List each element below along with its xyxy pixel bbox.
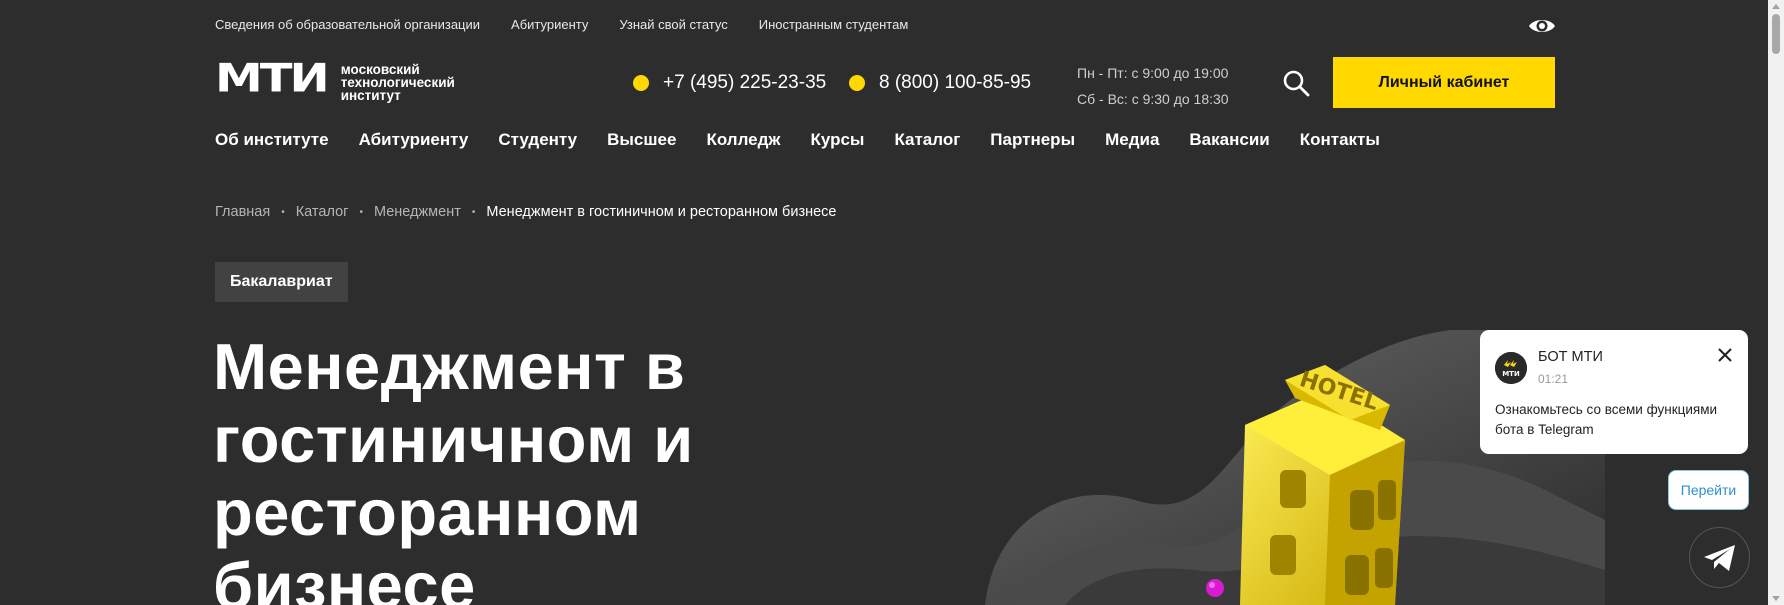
search-icon[interactable] — [1282, 69, 1310, 97]
top-utility-bar: Сведения об образовательной организации … — [215, 17, 908, 32]
phone-free-number: 8 (800) 100-85-95 — [879, 72, 1032, 93]
phone-dot-icon — [849, 75, 865, 91]
breadcrumb-catalog[interactable]: Каталог — [296, 204, 349, 220]
logo-text: московский технологический институт — [340, 61, 455, 103]
working-hours: Пн - Пт: с 9:00 до 19:00 Сб - Вс: с 9:30… — [1077, 60, 1229, 112]
bot-time: 01:21 — [1538, 372, 1569, 386]
breadcrumb-current: Менеджмент в гостиничном и ресторанном б… — [486, 204, 837, 220]
scroll-thumb[interactable] — [1772, 14, 1780, 54]
close-icon[interactable] — [1716, 346, 1734, 364]
phone-moscow-number: +7 (495) 225-23-35 — [663, 72, 827, 93]
nav-item-about[interactable]: Об институте — [215, 130, 329, 150]
nav-item-applicant[interactable]: Абитуриенту — [359, 130, 469, 150]
telegram-icon — [1703, 544, 1735, 571]
main-navigation: Об институте Абитуриенту Студенту Высшее… — [215, 130, 1380, 150]
nav-item-vacancies[interactable]: Вакансии — [1189, 130, 1269, 150]
hours-weekdays: Пн - Пт: с 9:00 до 19:00 — [1077, 65, 1229, 81]
topbar-link-status[interactable]: Узнай свой статус — [619, 17, 727, 32]
nav-item-higher[interactable]: Высшее — [607, 130, 676, 150]
phone-free[interactable]: 8 (800) 100-85-95 — [849, 72, 1031, 94]
hotel-building: HOTEL — [1240, 365, 1405, 605]
breadcrumb: Главная • Каталог • Менеджмент • Менеджм… — [215, 204, 837, 220]
degree-badge: Бакалавриат — [215, 262, 348, 302]
nav-item-courses[interactable]: Курсы — [810, 130, 864, 150]
bot-go-button[interactable]: Перейти — [1668, 470, 1749, 510]
nav-item-contacts[interactable]: Контакты — [1300, 130, 1380, 150]
telegram-button[interactable] — [1689, 527, 1750, 588]
breadcrumb-management[interactable]: Менеджмент — [374, 204, 461, 220]
bot-name: БОТ МТИ — [1538, 349, 1603, 365]
breadcrumb-separator: • — [281, 206, 285, 218]
topbar-link-org-info[interactable]: Сведения об образовательной организации — [215, 17, 480, 32]
logo-line-1: московский — [340, 61, 420, 77]
breadcrumb-separator: • — [471, 206, 476, 218]
eye-icon[interactable] — [1528, 16, 1556, 36]
nav-item-media[interactable]: Медиа — [1105, 130, 1159, 150]
scroll-up-arrow-icon[interactable] — [1772, 4, 1780, 9]
site-logo[interactable]: МТИ московский технологический институт — [215, 55, 455, 103]
topbar-link-applicant[interactable]: Абитуриенту — [511, 17, 588, 32]
phone-moscow[interactable]: +7 (495) 225-23-35 — [633, 72, 826, 94]
personal-cabinet-button[interactable]: Личный кабинет — [1333, 57, 1555, 108]
logo-line-2: технологический — [340, 74, 455, 90]
breadcrumb-home[interactable]: Главная — [215, 204, 270, 220]
hours-weekend: Сб - Вс: с 9:30 до 18:30 — [1077, 91, 1229, 107]
bot-message: Ознакомьтесь со всеми функциями бота в T… — [1495, 402, 1718, 437]
bot-notification-popup: МТИ БОТ МТИ 01:21 Ознакомьтесь со всеми … — [1480, 330, 1748, 454]
logo-line-3: институт — [340, 87, 401, 103]
nav-item-student[interactable]: Студенту — [498, 130, 577, 150]
bot-avatar: МТИ — [1495, 352, 1527, 384]
nav-item-partners[interactable]: Партнеры — [990, 130, 1075, 150]
logo-mark: МТИ — [215, 55, 330, 102]
nav-item-college[interactable]: Колледж — [706, 130, 780, 150]
page-scrollbar[interactable] — [1768, 0, 1784, 605]
scroll-down-arrow-icon[interactable] — [1772, 596, 1780, 601]
breadcrumb-separator: • — [359, 206, 363, 218]
topbar-link-foreign-students[interactable]: Иностранным студентам — [759, 17, 909, 32]
bot-logo-icon: МТИ — [1495, 352, 1527, 384]
phone-dot-icon — [633, 75, 649, 91]
page-title: Менеджмент в гостиничном и ресторанном б… — [213, 330, 694, 605]
bot-logo-text: МТИ — [1502, 370, 1520, 378]
nav-item-catalog[interactable]: Каталог — [894, 130, 960, 150]
